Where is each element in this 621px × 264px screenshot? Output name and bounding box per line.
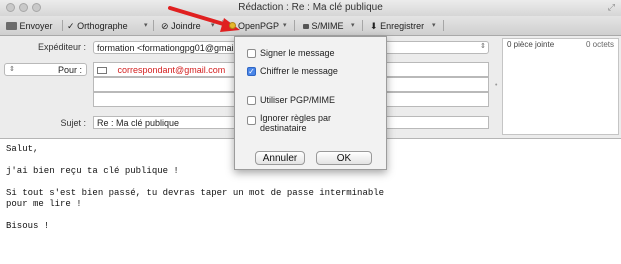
spellcheck-button[interactable]: ✓ Orthographe	[67, 20, 128, 32]
spellcheck-label: Orthographe	[77, 21, 128, 31]
ignore-recipient-rules-checkbox[interactable]	[247, 116, 256, 125]
ignore-recipient-rules-label: Ignorer règles par destinataire	[260, 113, 332, 133]
attachment-size: 0 octets	[585, 40, 614, 49]
save-button[interactable]: ⬇ Enregistrer	[370, 20, 424, 32]
lock-icon	[303, 24, 309, 29]
recipient-type-select[interactable]: ⇕ Pour :	[4, 63, 87, 76]
sign-message-label: Signer le message	[260, 48, 335, 58]
encrypt-message-label: Chiffrer le message	[260, 66, 338, 76]
recipient-type-dropdown-icon: ⇕	[9, 66, 15, 73]
toolbar: Envoyer ✓ Orthographe ▾ ⊘ Joindre ▾ Open…	[0, 16, 621, 36]
recipient-address: correspondant@gmail.com	[117, 65, 226, 75]
key-icon	[229, 22, 236, 29]
ok-button[interactable]: OK	[316, 151, 372, 165]
send-label: Envoyer	[19, 21, 53, 31]
sign-message-checkbox[interactable]	[247, 49, 256, 58]
cancel-button[interactable]: Annuler	[255, 151, 305, 165]
spellcheck-dropdown-icon[interactable]: ▾	[144, 20, 148, 32]
encrypt-message-checkbox[interactable]: ✓	[247, 67, 256, 76]
save-icon: ⬇	[370, 21, 378, 31]
save-dropdown-icon[interactable]: ▾	[432, 20, 436, 32]
from-dropdown-icon[interactable]: ⇕	[480, 42, 486, 50]
red-arrow-annotation	[168, 6, 240, 32]
title-bar: Rédaction : Re : Ma clé publique ⤢	[0, 0, 621, 16]
contact-card-icon	[97, 67, 107, 74]
smime-dropdown-icon[interactable]: ▾	[351, 20, 355, 32]
subject-label: Sujet :	[60, 118, 86, 128]
fullscreen-icon[interactable]: ⤢	[608, 2, 615, 13]
send-button[interactable]: Envoyer	[6, 20, 53, 32]
smime-button[interactable]: S/MIME	[303, 20, 344, 32]
openpgp-dropdown-icon[interactable]: ▾	[283, 20, 287, 32]
subject-value: Re : Ma clé publique	[97, 118, 180, 128]
window-title: Rédaction : Re : Ma clé publique	[238, 2, 383, 13]
from-label: Expéditeur :	[37, 42, 86, 52]
send-icon	[6, 22, 17, 30]
openpgp-options-dialog: Signer le message ✓ Chiffrer le message …	[234, 36, 387, 170]
smime-label: S/MIME	[311, 21, 344, 31]
save-label: Enregistrer	[380, 21, 425, 31]
attachment-pane[interactable]: 0 pièce jointe 0 octets	[502, 38, 619, 135]
use-pgp-mime-label: Utiliser PGP/MIME	[260, 95, 336, 105]
pane-splitter-handle[interactable]: •	[495, 82, 497, 89]
use-pgp-mime-checkbox[interactable]	[247, 96, 256, 105]
attachment-count: 0 pièce jointe	[507, 40, 555, 49]
recipient-type-label: Pour :	[57, 65, 82, 75]
spellcheck-icon: ✓	[67, 21, 75, 31]
